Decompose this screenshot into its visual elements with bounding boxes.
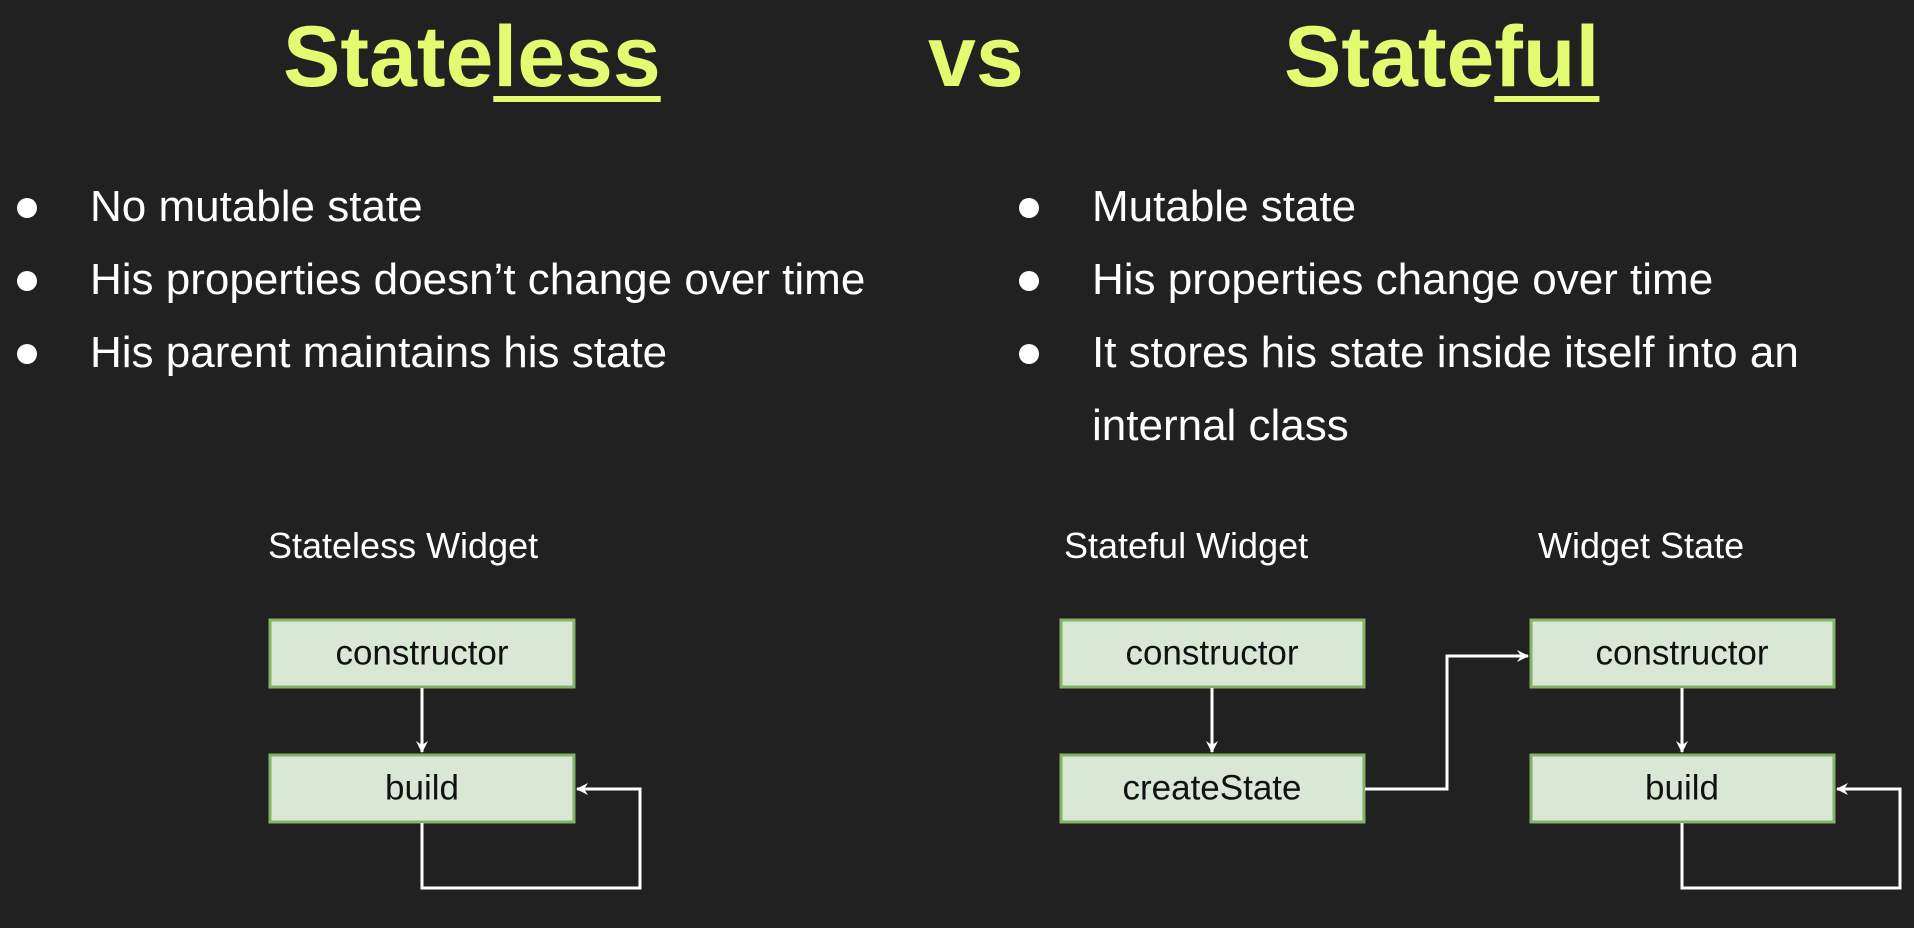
svg-text:constructor: constructor <box>335 633 508 672</box>
lifecycle-diagram: constructor build constructor createStat… <box>268 618 1902 890</box>
svg-text:build: build <box>385 768 459 807</box>
svg-text:constructor: constructor <box>1595 633 1768 672</box>
state-constructor-node: constructor <box>1529 618 1836 689</box>
svg-text:build: build <box>1645 768 1719 807</box>
createstate-node: createState <box>1059 753 1366 824</box>
stateless-constructor-node: constructor <box>268 618 576 689</box>
state-build-node: build <box>1529 753 1836 824</box>
stateless-build-node: build <box>268 753 576 824</box>
stateful-constructor-node: constructor <box>1059 618 1366 689</box>
svg-text:createState: createState <box>1123 768 1302 807</box>
arrow-createstate-to-state <box>1365 650 1529 791</box>
svg-text:constructor: constructor <box>1125 633 1298 672</box>
